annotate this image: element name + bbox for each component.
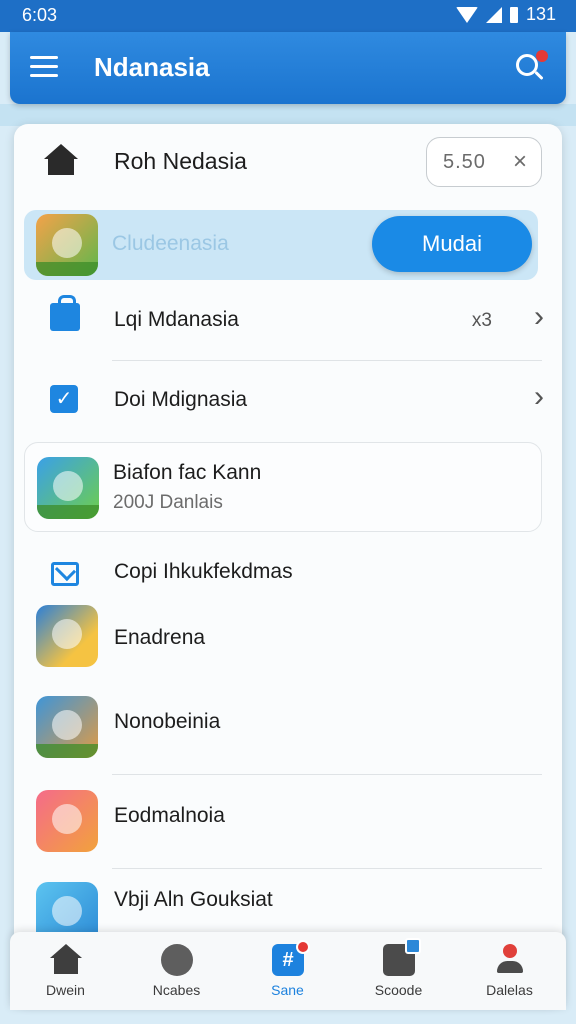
battery-icon <box>509 6 518 23</box>
fox-app-icon <box>36 214 98 276</box>
bottom-nav: Dwein Ncabes # Sane Scoode Dalelas <box>10 932 566 1010</box>
mail-icon <box>51 562 79 586</box>
featured-app-title: Biafon fac Kann <box>113 461 262 484</box>
nav-item-home[interactable]: Dwein <box>10 932 121 1010</box>
header-pill-value: 5.50 <box>443 151 486 173</box>
app-row-4-label: Vbji Aln Gouksiat <box>114 888 273 911</box>
primary-action-button[interactable]: Mudai <box>372 216 532 272</box>
nav-label: Dwein <box>46 982 85 998</box>
app-row-3[interactable]: Eodmalnoia <box>14 774 562 868</box>
highlight-row-placeholder: Cludeenasia <box>112 232 229 255</box>
nav-item-profile[interactable]: Dalelas <box>454 932 565 1010</box>
list-row-2-label: Doi Mdignasia <box>114 388 248 411</box>
main-card: Roh Nedasia 5.50 × Cludeenasia Mudai Lqi… <box>14 124 562 1004</box>
featured-app-card[interactable]: Biafon fac Kann 200J Danlais <box>24 442 542 532</box>
notification-dot <box>536 50 548 62</box>
bag-icon <box>50 295 80 331</box>
signal-icon <box>485 6 502 23</box>
app-row-1-label: Enadrena <box>114 626 206 649</box>
app-row-2-label: Nonobeinia <box>114 710 221 733</box>
nav-item-2[interactable]: Ncabes <box>121 932 232 1010</box>
chevron-right-icon: › <box>534 380 544 413</box>
menu-icon[interactable] <box>30 56 58 78</box>
app-bar: Ndanasia <box>10 32 566 104</box>
card-header: Roh Nedasia 5.50 × <box>14 124 562 200</box>
nav-label: Scoode <box>374 982 423 998</box>
nav-label: Sane <box>271 982 304 998</box>
app-row-3-label: Eodmalnoia <box>114 804 225 827</box>
list-row-1-label: Lqi Mdanasia <box>114 308 239 331</box>
header-value-pill[interactable]: 5.50 × <box>426 137 542 187</box>
section-label: Copi Ihkukfekdmas <box>114 560 293 583</box>
home-icon <box>44 144 78 176</box>
app-title: Ndanasia <box>94 52 210 82</box>
status-icons: 131 <box>455 4 556 25</box>
nav-label: Dalelas <box>486 982 533 998</box>
home-icon <box>50 944 82 976</box>
app-row-1[interactable]: Enadrena <box>14 600 562 684</box>
search-icon[interactable] <box>512 50 548 86</box>
nav-item-4[interactable]: Scoode <box>343 932 454 1010</box>
card-header-title: Roh Nedasia <box>114 148 247 174</box>
background-band <box>0 104 576 126</box>
app-row-4[interactable]: Vbji Aln Gouksiat <box>14 868 562 944</box>
checkbox-icon: ✓ <box>50 385 78 413</box>
status-bar: 6:03 131 <box>0 0 576 32</box>
notification-badge <box>296 940 310 954</box>
circle-icon <box>161 944 193 976</box>
nav-label: Ncabes <box>152 982 201 998</box>
chevron-right-icon: › <box>534 300 544 333</box>
village-app-icon <box>37 457 99 519</box>
app-row-2[interactable]: Nonobeinia <box>14 684 562 774</box>
status-time: 6:03 <box>22 5 58 25</box>
section-header: Copi Ihkukfekdmas <box>14 546 562 608</box>
character-app-icon <box>36 790 98 852</box>
town-app-icon <box>36 696 98 758</box>
person-icon <box>494 944 526 976</box>
status-right-text: 131 <box>525 4 556 24</box>
wifi-icon <box>455 6 478 23</box>
list-row-1[interactable]: Lqi Mdanasia x3 › <box>14 280 562 360</box>
nav-item-active[interactable]: # Sane <box>232 932 343 1010</box>
list-row-2[interactable]: ✓ Doi Mdignasia › <box>14 360 562 440</box>
box-icon <box>383 938 421 976</box>
list-row-1-meta: x3 <box>471 310 492 331</box>
featured-app-subtitle: 200J Danlais <box>113 492 223 513</box>
highlight-row[interactable]: Cludeenasia Mudai <box>24 210 538 280</box>
cartoon-app-icon <box>36 605 98 667</box>
close-icon[interactable]: × <box>513 148 527 176</box>
